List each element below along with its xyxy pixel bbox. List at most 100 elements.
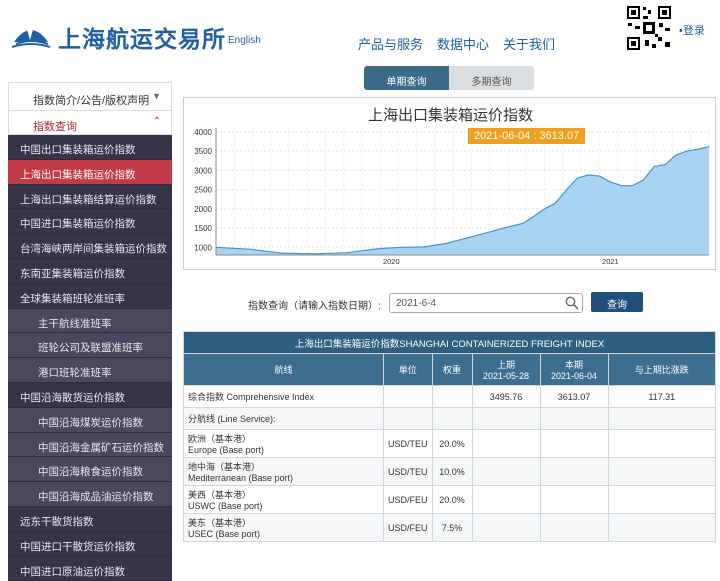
- data-point: [489, 231, 491, 233]
- sidebar-intro-label: 指数简介/公告/版权声明: [33, 95, 150, 107]
- table-cell-prev: [471, 429, 541, 458]
- index-table: 上海出口集装箱运价指数SHANGHAI CONTAINERIZED FREIGH…: [183, 331, 717, 542]
- table-row: 综合指数 Comprehensive Index 3495.76 3613.07 11…: [183, 385, 717, 408]
- table-cell-curr: [539, 513, 609, 542]
- table-cell-unit: [383, 385, 433, 408]
- sidebar-item[interactable]: 全球集装箱班轮准班率: [8, 283, 172, 309]
- table-cell-curr: [539, 407, 609, 430]
- y-tick-label: 3500: [194, 147, 212, 156]
- table-cell-weight: 20.0%: [431, 429, 473, 458]
- table-caption: 上海出口集装箱运价指数SHANGHAI CONTAINERIZED FREIGH…: [183, 331, 716, 354]
- table-cell-curr: [539, 457, 609, 486]
- data-point: [281, 252, 283, 254]
- table-cell-unit: [383, 407, 433, 430]
- table-row: 分航线 (Line Service):: [183, 407, 717, 430]
- data-point: [522, 222, 524, 224]
- chart-plot[interactable]: 4000 3500 3000 2500 2000 1500 1000 2020 2021: [184, 98, 717, 271]
- col-curr: 本期 2021-06-04: [539, 353, 609, 386]
- sidebar-item[interactable]: 中国沿海散货运价指数: [8, 382, 172, 408]
- tab-single-period[interactable]: 单期查询: [364, 66, 449, 90]
- search-icon[interactable]: [565, 296, 579, 310]
- table-cell-route: 分航线 (Line Service):: [183, 407, 384, 430]
- table-row: 美东（基本港） USEC (Base port) USD/FEU 7.5%: [183, 513, 717, 542]
- sidebar-item[interactable]: 中国进口干散货运价指数: [8, 531, 172, 557]
- table-cell-change: [607, 485, 717, 514]
- data-point: [620, 185, 622, 187]
- chevron-up-icon: ⌃: [152, 116, 161, 127]
- data-point: [653, 165, 655, 168]
- data-point: [401, 246, 403, 248]
- sidebar-item[interactable]: 中国沿海金属矿石运价指数: [8, 432, 172, 458]
- table-cell-prev: [471, 485, 541, 514]
- table-cell-unit: USD/FEU: [383, 513, 433, 542]
- sidebar-item[interactable]: 中国沿海粮食运价指数: [8, 457, 172, 483]
- table-cell-weight: 20.0%: [431, 485, 473, 514]
- query-button[interactable]: 查询: [591, 292, 643, 312]
- data-point: [576, 177, 579, 179]
- col-weight: 权重: [431, 353, 473, 386]
- sidebar-item[interactable]: 上海出口集装箱结算运价指数: [8, 184, 172, 210]
- table-cell-curr: [539, 429, 609, 458]
- data-point: [555, 202, 557, 204]
- sidebar-index-query-label: 指数查询: [33, 121, 77, 133]
- table-cell-prev: [471, 513, 541, 542]
- table-cell-change: [607, 513, 717, 542]
- sidebar-item[interactable]: 中国沿海成品油运价指数: [8, 482, 172, 507]
- sidebar-item[interactable]: 港口班轮准班率: [8, 358, 172, 383]
- sidebar-item[interactable]: 上海出口集装箱运价指数: [8, 159, 172, 185]
- date-input[interactable]: [389, 293, 583, 313]
- table-cell-change: [607, 457, 717, 486]
- data-point: [445, 242, 447, 245]
- logo-icon[interactable]: [10, 14, 52, 50]
- col-change: 与上期比涨跌: [607, 353, 717, 386]
- table-cell-change: [607, 429, 717, 458]
- sidebar-item[interactable]: 中国进口原油运价指数: [8, 556, 172, 581]
- x-tick-label: 2021: [602, 257, 619, 266]
- data-point: [566, 189, 568, 191]
- table-cell-unit: USD/TEU: [383, 457, 433, 486]
- site-logo-text[interactable]: 上海航运交易所: [58, 20, 226, 54]
- data-point: [544, 208, 546, 210]
- nav-about[interactable]: 关于我们: [503, 34, 555, 53]
- table-cell-prev: [471, 457, 541, 486]
- sidebar-item[interactable]: 中国沿海煤炭运价指数: [8, 407, 172, 433]
- sidebar-item[interactable]: 中国出口集装箱运价指数: [8, 135, 172, 160]
- data-point: [379, 247, 381, 250]
- data-point: [500, 228, 502, 230]
- main-nav: 产品与服务 数据中心 关于我们: [358, 34, 555, 53]
- index-chart: 上海出口集装箱运价指数 4000 3500 3000 2500 2000 1500 1000…: [183, 97, 716, 270]
- data-point: [423, 246, 425, 248]
- tab-multi-period[interactable]: 多期查询: [449, 66, 534, 90]
- sidebar-item[interactable]: 远东干散货指数: [8, 506, 172, 532]
- data-point: [511, 225, 513, 227]
- sidebar-item[interactable]: 主干航线准班率: [8, 308, 172, 334]
- query-tabs: 单期查询 多期查询: [364, 66, 534, 90]
- table-cell-curr: [539, 485, 609, 514]
- sidebar-intro[interactable]: 指数简介/公告/版权声明 ▼: [8, 82, 172, 110]
- data-point: [686, 150, 688, 152]
- login-link[interactable]: •登录: [679, 22, 705, 38]
- table-cell-route: 欧洲（基本港） Europe (Base port): [183, 429, 384, 458]
- data-point: [314, 253, 316, 255]
- table-row: 地中海（基本港） Mediterranean (Base port) USD/TE…: [183, 457, 717, 486]
- y-tick-label: 4000: [194, 128, 212, 137]
- qr-code-icon: [625, 4, 673, 52]
- sidebar-item[interactable]: 东南亚集装箱运价指数: [8, 258, 172, 284]
- data-point: [697, 148, 699, 150]
- table-cell-prev: [471, 407, 541, 430]
- data-point: [642, 179, 644, 181]
- sidebar-item[interactable]: 班轮公司及联盟准班率: [8, 333, 172, 359]
- sidebar-item[interactable]: 台湾海峡两岸间集装箱运价指数: [8, 234, 172, 259]
- english-link[interactable]: English: [228, 35, 261, 46]
- data-point: [598, 175, 600, 177]
- sidebar-item[interactable]: 中国进口集装箱运价指数: [8, 209, 172, 235]
- table-cell-change: [607, 407, 717, 430]
- y-tick-label: 2500: [194, 186, 212, 195]
- table-cell-weight: [431, 385, 473, 408]
- sidebar-index-query[interactable]: 指数查询 ⌃: [8, 110, 172, 135]
- data-point: [346, 252, 349, 254]
- table-cell-weight: 10.0%: [431, 457, 473, 486]
- nav-products[interactable]: 产品与服务: [358, 34, 423, 53]
- nav-data-center[interactable]: 数据中心: [437, 34, 489, 53]
- col-unit: 单位: [383, 353, 433, 386]
